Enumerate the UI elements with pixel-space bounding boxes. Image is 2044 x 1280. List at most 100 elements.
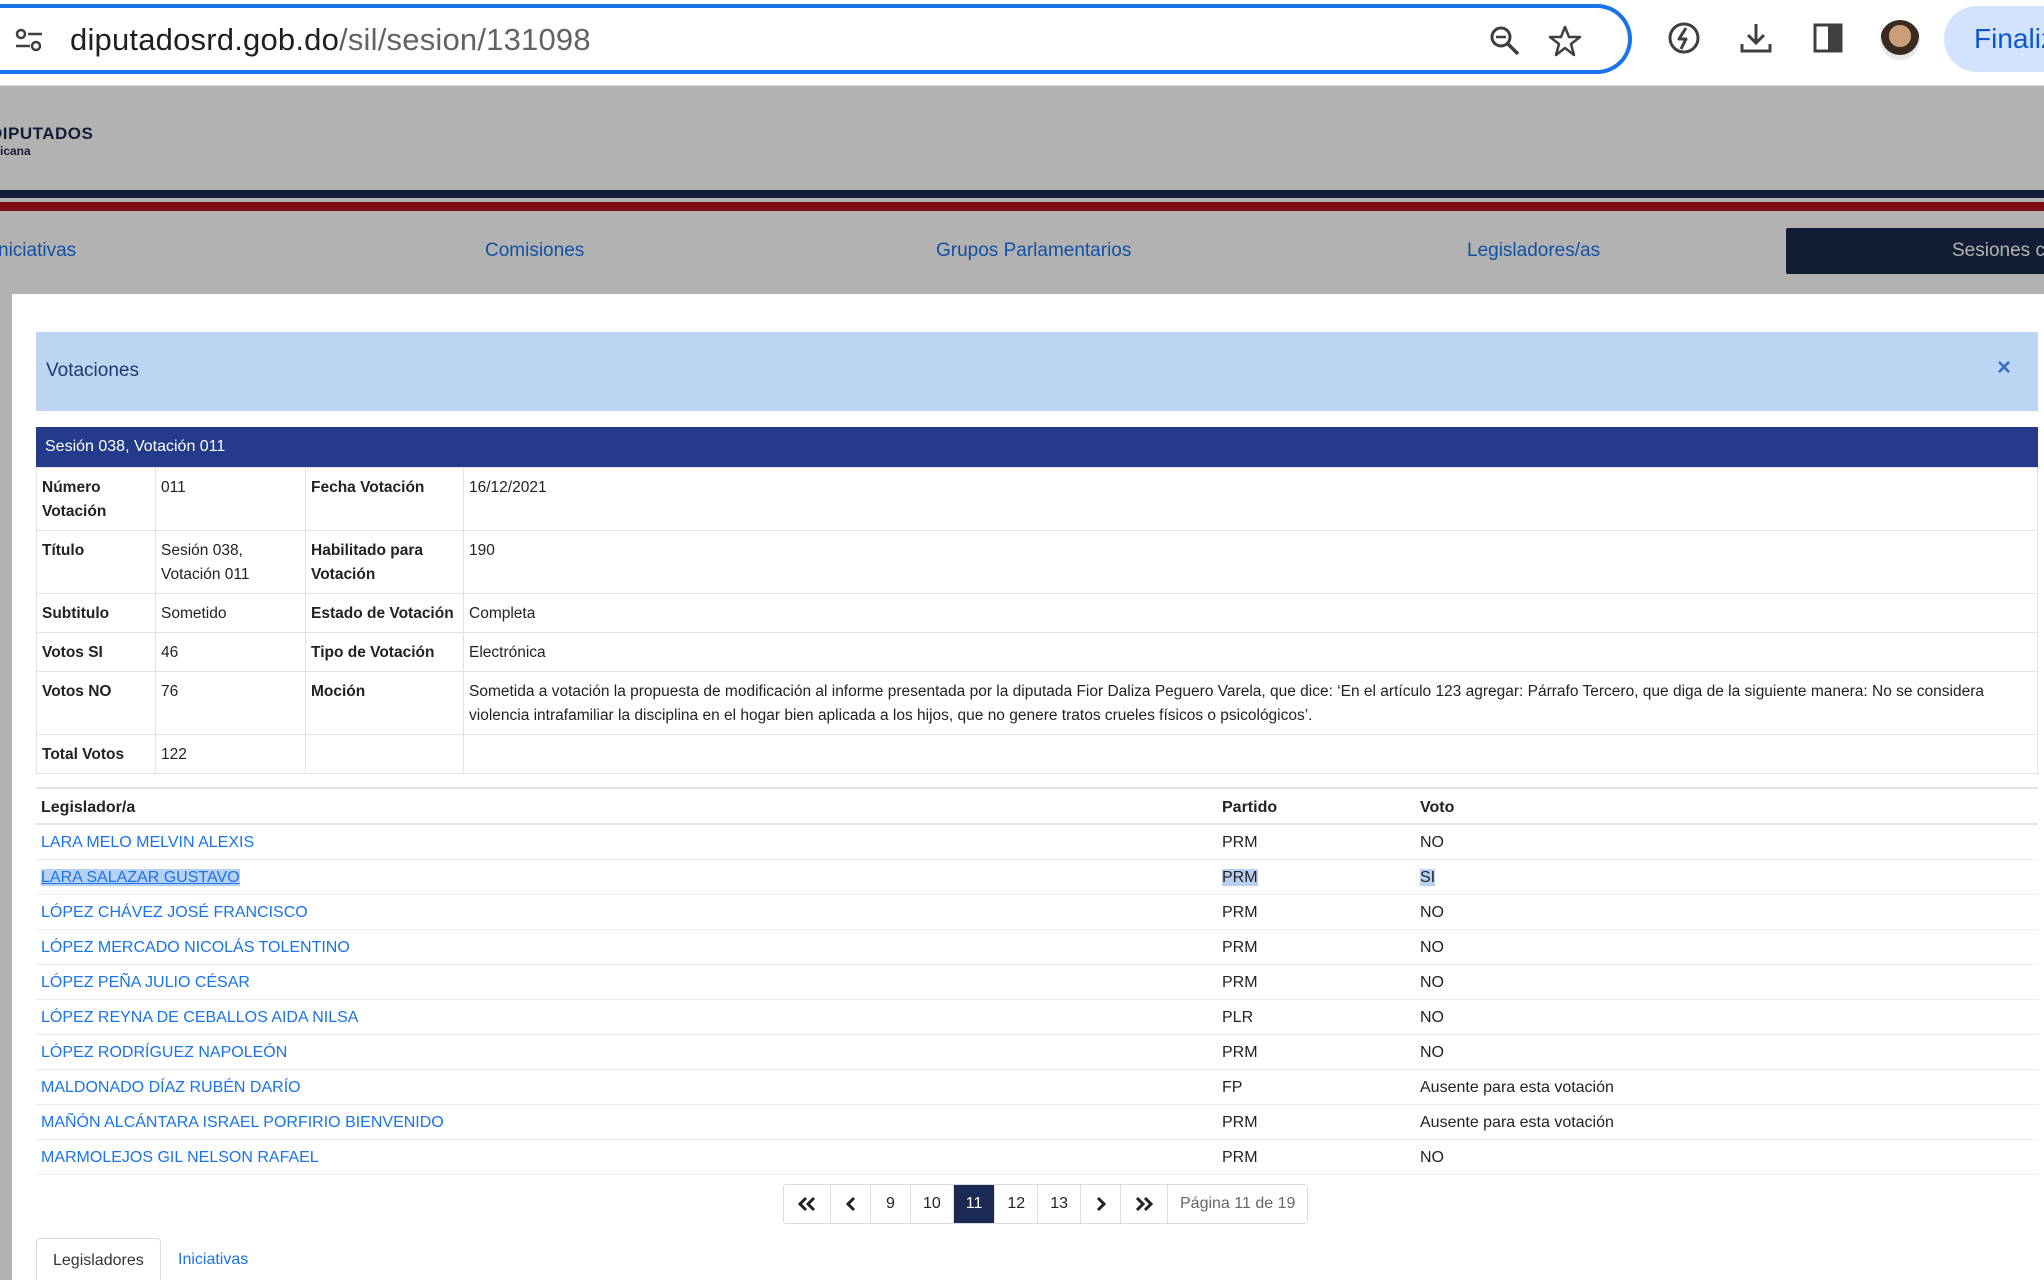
legislator-name[interactable]: LARA SALAZAR GUSTAVO xyxy=(41,868,240,886)
vote-row: MALDONADO DÍAZ RUBÉN DARÍO FP Ausente para… xyxy=(36,1069,2038,1105)
info-row: Votos SI 46 Tipo de Votación Electrónica xyxy=(36,632,2038,672)
tab-iniciativas[interactable]: Iniciativas xyxy=(162,1238,264,1280)
legislator-link[interactable]: MARMOLEJOS GIL NELSON RAFAEL xyxy=(36,1139,1217,1175)
column-header-legislador[interactable]: Legislador/a xyxy=(36,787,1217,825)
party-cell: PRM xyxy=(1217,859,1415,895)
page-button-9[interactable]: 9 xyxy=(871,1185,911,1223)
info-row: Subtitulo Sometido Estado de Votación Co… xyxy=(36,593,2038,633)
legislator-link[interactable]: LÓPEZ REYNA DE CEBALLOS AIDA NILSA xyxy=(36,999,1217,1035)
detail-header-bar: Sesión 038, Votación 011 xyxy=(36,427,2038,467)
vote-row: LARA SALAZAR GUSTAVO PRM SI xyxy=(36,859,2038,895)
page-button-10[interactable]: 10 xyxy=(911,1185,954,1223)
url-path: /sil/sesion/131098 xyxy=(339,22,591,57)
field-value: 122 xyxy=(155,734,306,774)
party-value: PRM xyxy=(1222,868,1258,886)
party-value: PRM xyxy=(1222,1113,1258,1131)
page-button-current[interactable]: 11 xyxy=(953,1185,996,1223)
field-label: Votos NO xyxy=(36,671,156,735)
vote-row: LÓPEZ REYNA DE CEBALLOS AIDA NILSA PLR NO xyxy=(36,999,2038,1035)
legislator-link[interactable]: MAÑÓN ALCÁNTARA ISRAEL PORFIRIO BIENVENI… xyxy=(36,1104,1217,1140)
page-button-13[interactable]: 13 xyxy=(1038,1185,1081,1223)
field-label: Votos SI xyxy=(36,632,156,672)
legislator-link[interactable]: LÓPEZ RODRÍGUEZ NAPOLEÓN xyxy=(36,1034,1217,1070)
url-host: diputadosrd.gob.do xyxy=(70,22,340,57)
legislator-link[interactable]: MALDONADO DÍAZ RUBÉN DARÍO xyxy=(36,1069,1217,1105)
vote-value: NO xyxy=(1420,938,1444,956)
party-value: PLR xyxy=(1222,1008,1254,1026)
tab-legisladores[interactable]: Legisladores xyxy=(36,1238,161,1280)
field-label: Título xyxy=(36,530,156,594)
legislator-name[interactable]: MARMOLEJOS GIL NELSON RAFAEL xyxy=(41,1149,319,1166)
field-label: Subtitulo xyxy=(36,593,156,633)
vote-cell: SI xyxy=(1415,859,2038,895)
legislator-link[interactable]: LÓPEZ MERCADO NICOLÁS TOLENTINO xyxy=(36,929,1217,965)
download-icon[interactable] xyxy=(1736,18,1776,58)
page-info: Página 11 de 19 xyxy=(1168,1185,1308,1223)
field-value: Completa xyxy=(463,593,2038,633)
side-panel-icon[interactable] xyxy=(1808,18,1848,58)
chevron-right-icon xyxy=(1096,1196,1106,1211)
finalize-update-button[interactable]: Finaliz xyxy=(1944,6,2044,72)
zoom-icon[interactable] xyxy=(1488,24,1522,58)
site-info-icon[interactable] xyxy=(14,28,44,52)
page-button-12[interactable]: 12 xyxy=(995,1185,1039,1223)
legislator-name[interactable]: LARA MELO MELVIN ALEXIS xyxy=(41,834,254,851)
browser-toolbar: diputadosrd.gob.do/sil/sesion/131098 Fin… xyxy=(0,0,2044,86)
legislator-name[interactable]: MAÑÓN ALCÁNTARA ISRAEL PORFIRIO BIENVENI… xyxy=(41,1114,444,1131)
next-page-button[interactable] xyxy=(1081,1185,1121,1223)
vote-value: SI xyxy=(1420,868,1436,886)
field-label: Habilitado para Votación xyxy=(305,530,464,594)
first-page-button[interactable] xyxy=(784,1185,831,1223)
legislator-link[interactable]: LARA MELO MELVIN ALEXIS xyxy=(36,824,1217,860)
votes-section: Legislador/a Partido Voto LARA MELO MELV… xyxy=(36,787,2038,1175)
legislator-link[interactable]: LARA SALAZAR GUSTAVO xyxy=(36,859,1217,895)
vote-cell: NO xyxy=(1415,929,2038,965)
last-page-button[interactable] xyxy=(1121,1185,1168,1223)
column-header-voto[interactable]: Voto xyxy=(1415,787,2038,825)
field-label: Total Votos xyxy=(36,734,156,774)
vote-row: MAÑÓN ALCÁNTARA ISRAEL PORFIRIO BIENVENI… xyxy=(36,1104,2038,1140)
party-value: PRM xyxy=(1222,1043,1258,1061)
votes-table: Legislador/a Partido Voto LARA MELO MELV… xyxy=(36,787,2038,1175)
close-icon[interactable]: × xyxy=(1990,354,2018,382)
votaciones-modal: Votaciones × Sesión 038, Votación 011 Nú… xyxy=(12,294,2044,1280)
party-cell: PRM xyxy=(1217,1034,1415,1070)
vote-cell: NO xyxy=(1415,824,2038,860)
legislator-name[interactable]: MALDONADO DÍAZ RUBÉN DARÍO xyxy=(41,1079,301,1096)
vote-cell: Ausente para esta votación xyxy=(1415,1104,2038,1140)
legislator-name[interactable]: LÓPEZ REYNA DE CEBALLOS AIDA NILSA xyxy=(41,1009,358,1026)
field-label: Tipo de Votación xyxy=(305,632,464,672)
party-cell: PRM xyxy=(1217,964,1415,1000)
prev-page-button[interactable] xyxy=(831,1185,871,1223)
address-bar[interactable]: diputadosrd.gob.do/sil/sesion/131098 xyxy=(0,4,1632,74)
bookmark-star-icon[interactable] xyxy=(1548,24,1582,58)
vote-row: LARA MELO MELVIN ALEXIS PRM NO xyxy=(36,824,2038,860)
performance-icon[interactable] xyxy=(1664,18,1704,58)
vote-value: NO xyxy=(1420,833,1444,851)
field-label: Estado de Votación xyxy=(305,593,464,633)
field-value: 16/12/2021 xyxy=(463,467,2038,531)
vote-row: LÓPEZ MERCADO NICOLÁS TOLENTINO PRM NO xyxy=(36,929,2038,965)
double-chevron-right-icon xyxy=(1135,1196,1154,1211)
legislator-name[interactable]: LÓPEZ RODRÍGUEZ NAPOLEÓN xyxy=(41,1044,287,1061)
legislator-name[interactable]: LÓPEZ PEÑA JULIO CÉSAR xyxy=(41,974,250,991)
legislator-name[interactable]: LÓPEZ CHÁVEZ JOSÉ FRANCISCO xyxy=(41,904,308,921)
party-value: PRM xyxy=(1222,833,1258,851)
legislator-name[interactable]: LÓPEZ MERCADO NICOLÁS TOLENTINO xyxy=(41,939,350,956)
legislator-link[interactable]: LÓPEZ CHÁVEZ JOSÉ FRANCISCO xyxy=(36,894,1217,930)
field-value: 011 xyxy=(155,467,306,531)
profile-avatar[interactable] xyxy=(1880,20,1920,60)
url-text: diputadosrd.gob.do/sil/sesion/131098 xyxy=(70,22,591,58)
party-cell: PRM xyxy=(1217,929,1415,965)
chevron-left-icon xyxy=(845,1196,855,1211)
legislator-link[interactable]: LÓPEZ PEÑA JULIO CÉSAR xyxy=(36,964,1217,1000)
vote-row: LÓPEZ RODRÍGUEZ NAPOLEÓN PRM NO xyxy=(36,1034,2038,1070)
empty-cell xyxy=(305,734,464,774)
party-value: PRM xyxy=(1222,973,1258,991)
vote-cell: Ausente para esta votación xyxy=(1415,1069,2038,1105)
vote-value: NO xyxy=(1420,903,1444,921)
party-cell: PRM xyxy=(1217,824,1415,860)
vote-value: NO xyxy=(1420,973,1444,991)
info-row: Título Sesión 038, Votación 011 Habilita… xyxy=(36,530,2038,594)
column-header-partido[interactable]: Partido xyxy=(1217,787,1415,825)
